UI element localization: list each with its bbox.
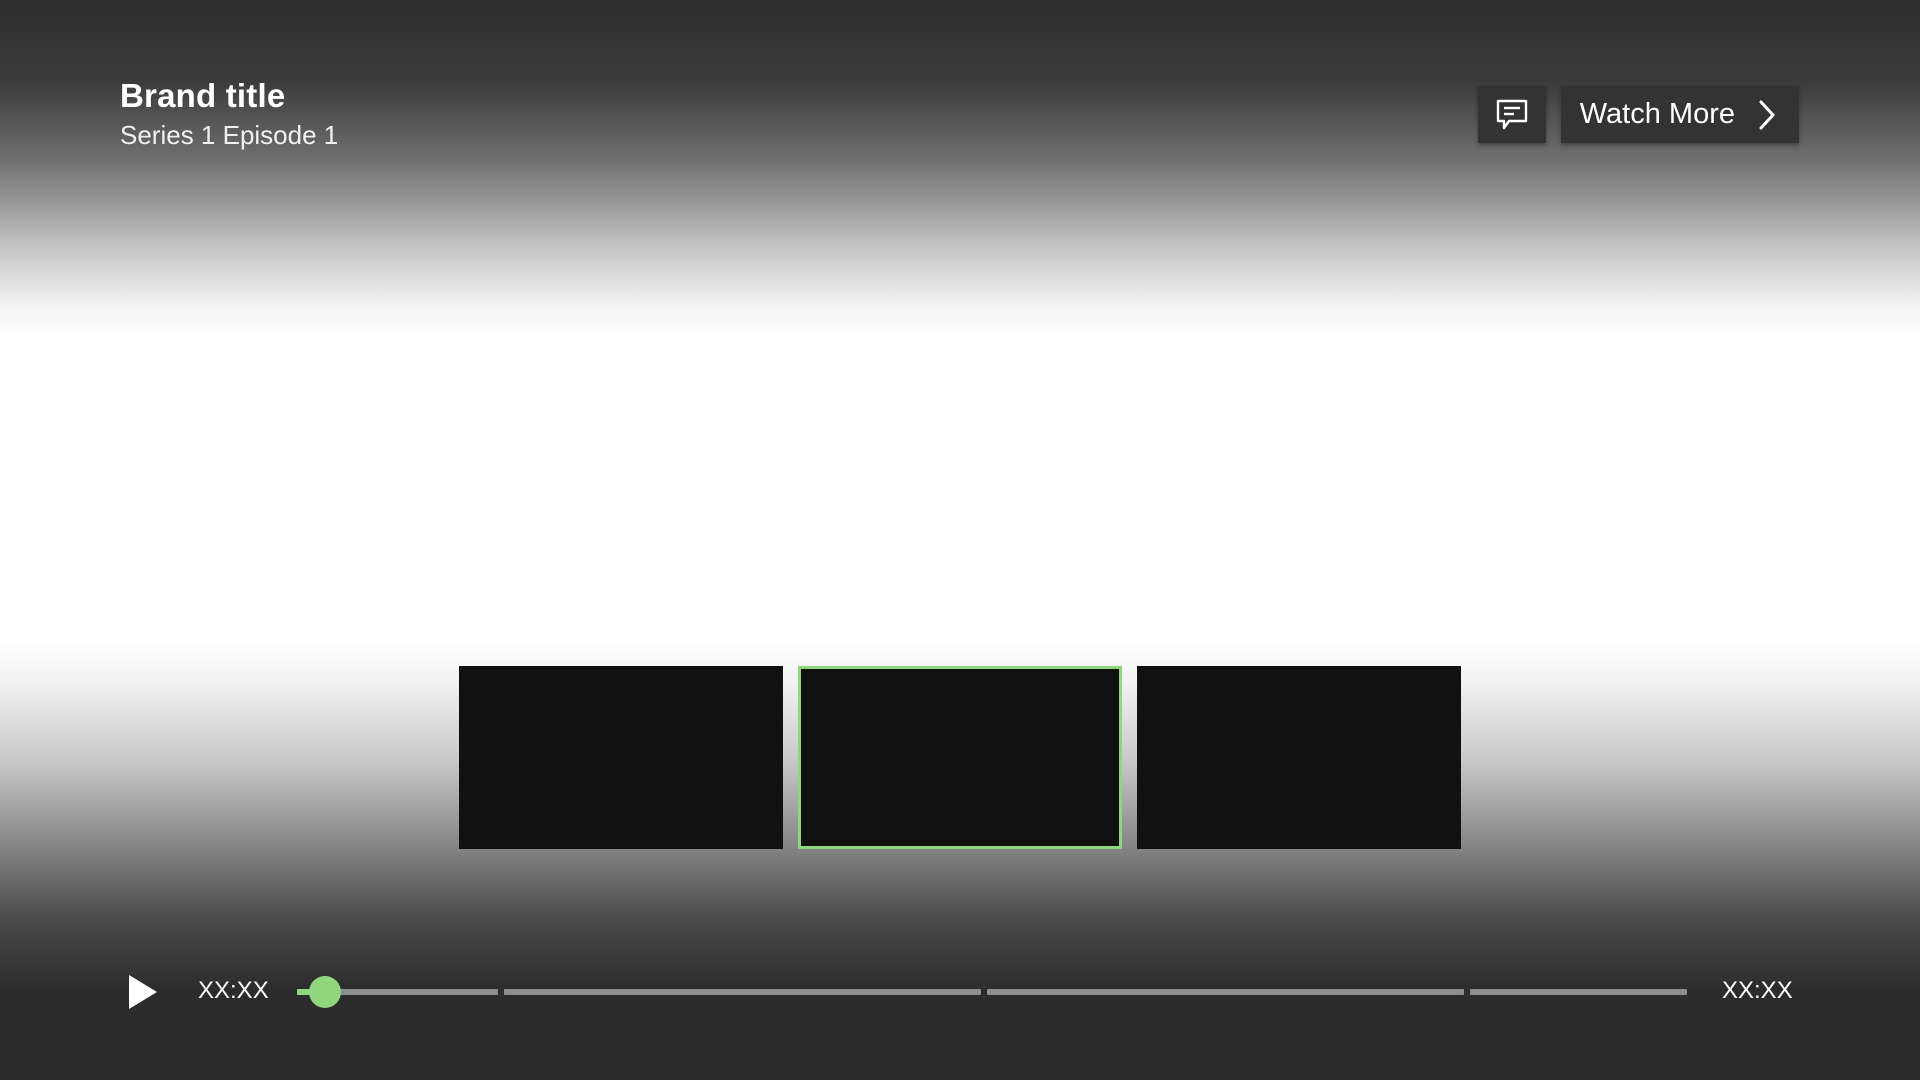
chapter-segment [504,989,981,995]
watch-more-label: Watch More [1579,98,1735,130]
thumbnail-next[interactable] [1137,666,1461,849]
thumbnail-current[interactable] [798,666,1122,849]
chevron-right-icon [1759,100,1775,129]
brand-title: Brand title [120,77,286,114]
episode-title: Series 1 Episode 1 [120,120,339,150]
player-controls: XX:XX XX:XX [0,960,1920,1020]
thumbnail-previous[interactable] [459,666,783,849]
chapter-segment [1470,989,1687,995]
play-icon[interactable] [124,974,160,1010]
scrubber-handle[interactable] [308,976,341,1008]
current-time: XX:XX [198,977,269,1004]
thumbnail-strip [459,666,1461,849]
title-block: Brand title Series 1 Episode 1 [120,76,338,152]
watch-more-button[interactable]: Watch More [1560,86,1799,143]
subtitles-icon [1496,99,1527,129]
total-time: XX:XX [1722,977,1793,1004]
top-actions: Watch More [1477,86,1799,143]
chapter-segment [987,989,1464,995]
progress-scrubber[interactable] [297,976,1687,1008]
subtitles-button[interactable] [1477,86,1546,143]
